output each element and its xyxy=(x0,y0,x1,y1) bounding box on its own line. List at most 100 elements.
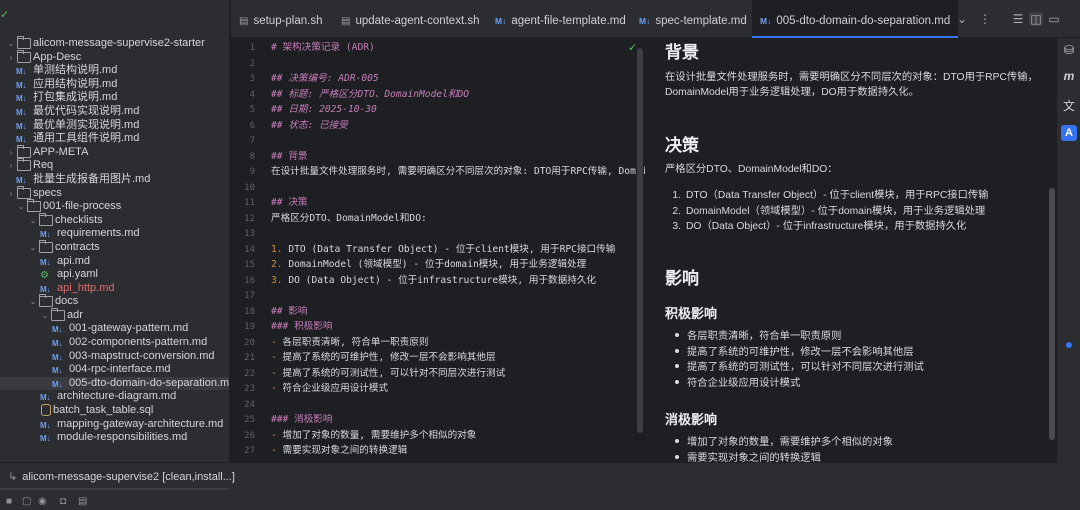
code-line[interactable]: 14 1. DTO (Data Transfer Object) - 位于clie… xyxy=(231,242,645,258)
tree-folder[interactable]: ⌄ 001-file-process xyxy=(0,199,229,214)
tree-file[interactable]: M↓ 004-rpc-interface.md xyxy=(0,363,229,377)
tree-file[interactable]: M↓ 批量生成报备用图片.md xyxy=(0,173,229,187)
tree-folder[interactable]: › Req xyxy=(0,158,229,173)
tree-file[interactable]: M↓ 通用工具组件说明.md xyxy=(0,132,229,146)
ai-assistant-icon[interactable]: A xyxy=(1061,125,1077,141)
tree-file[interactable]: batch_task_table.sql xyxy=(0,404,229,418)
tree-folder[interactable]: ⌄ contracts xyxy=(0,239,229,255)
tree-folder[interactable]: ⌄ checklists xyxy=(0,212,229,228)
split-view-icon[interactable]: ◫ xyxy=(1029,12,1043,26)
tree-file[interactable]: ⚙ api.yaml xyxy=(0,268,229,282)
layout-icon[interactable]: ▢ xyxy=(22,496,31,507)
tree-file[interactable]: M↓ requirements.md xyxy=(0,227,229,241)
camera-icon[interactable]: ◘ xyxy=(60,496,66,507)
editor-scrollbar[interactable] xyxy=(636,38,644,462)
chevron-icon[interactable]: › xyxy=(6,51,16,65)
tree-file[interactable]: M↓ 最优单测实现说明.md xyxy=(0,119,229,133)
line-number: 11 xyxy=(244,198,255,208)
maven-icon[interactable]: m xyxy=(1061,69,1077,83)
tree-file[interactable]: M↓ api_http.md xyxy=(0,282,229,296)
chevron-icon[interactable]: ⌄ xyxy=(28,241,38,255)
tree-folder[interactable]: ⌄ docs xyxy=(0,294,229,309)
chevron-icon[interactable]: › xyxy=(6,146,16,160)
shell-file-icon: ▤ xyxy=(239,16,249,27)
code-line[interactable]: 15 2. DomainModel (领域模型) - 位于domain模块, 用于… xyxy=(231,257,645,273)
chevron-icon[interactable]: › xyxy=(6,159,16,173)
code-line[interactable]: 26- 增加了对象的数量, 需要维护多个相似的对象 xyxy=(231,428,645,444)
editor-only-view-icon[interactable]: ☰ xyxy=(1011,12,1025,26)
tree-file[interactable]: M↓ 005-dto-domain-do-separation.md xyxy=(0,376,229,391)
tree-file[interactable]: M↓ architecture-diagram.md xyxy=(0,390,229,404)
code-text: 提高了系统的可测试性, 可以针对不同层次进行测试 xyxy=(276,367,506,379)
chevron-icon[interactable]: › xyxy=(6,187,16,201)
tree-file[interactable]: M↓ 003-mapstruct-conversion.md xyxy=(0,350,229,364)
tree-folder[interactable]: › App-Desc xyxy=(0,49,229,65)
markdown-source-editor[interactable]: 1 # 架构决策记录 (ADR) 2 3 ## 决策编号: ADR-005 4 ## 标题:… xyxy=(231,38,645,462)
preview-scrollbar-thumb[interactable] xyxy=(1049,188,1055,440)
translate-icon[interactable]: 文 xyxy=(1061,97,1077,114)
code-line[interactable]: 9 在设计批量文件处理服务时, 需要明确区分不同层次的对象: DTO用于RPC传输… xyxy=(231,164,645,180)
line-number: 5 xyxy=(249,105,255,115)
assistant-chat-icon[interactable]: ● xyxy=(1061,336,1077,352)
tab-list-chevron-down-icon[interactable]: ⌄ xyxy=(955,12,969,26)
tree-folder[interactable]: › APP-META xyxy=(0,144,229,160)
code-line[interactable]: 3 ## 决策编号: ADR-005 xyxy=(231,71,645,87)
code-line[interactable]: 2 xyxy=(231,56,645,72)
code-line[interactable]: 7 xyxy=(231,133,645,149)
code-line[interactable]: 18 ## 影响 xyxy=(231,304,645,320)
code-line[interactable]: 20- 各层职责清晰, 符合单一职责原则 xyxy=(231,335,645,351)
code-line[interactable]: 21- 提高了系统的可维护性, 修改一层不会影响其他层 xyxy=(231,350,645,366)
run-configuration-tab[interactable]: ↳ alicom-message-supervise2 [clean,instal… xyxy=(8,470,235,483)
tree-file[interactable]: M↓ 002-components-pattern.md xyxy=(0,336,229,350)
chevron-icon[interactable]: ⌄ xyxy=(6,37,16,51)
editor-tab[interactable]: ▤ update-agent-context.sh xyxy=(341,0,479,38)
tree-file[interactable]: M↓ 最优代码实现说明.md xyxy=(0,105,229,119)
code-line[interactable]: 13 xyxy=(231,226,645,242)
code-line[interactable]: 22- 提高了系统的可测试性, 可以针对不同层次进行测试 xyxy=(231,366,645,382)
editor-scrollbar-thumb[interactable] xyxy=(637,48,643,433)
bullet-icon xyxy=(675,333,679,337)
database-icon[interactable]: ⛁ xyxy=(1061,43,1077,57)
tree-folder[interactable]: ⌄ adr xyxy=(0,307,229,323)
tree-folder[interactable]: ⌄ alicom-message-supervise2-starter xyxy=(0,36,229,51)
tree-file[interactable]: M↓ 001-gateway-pattern.md xyxy=(0,322,229,336)
tree-file[interactable]: M↓ module-responsibilities.md xyxy=(0,431,229,445)
code-line[interactable]: 12 严格区分DTO、DomainModel和DO: xyxy=(231,211,645,227)
tree-folder[interactable]: › specs xyxy=(0,185,229,201)
code-line[interactable]: 1 # 架构决策记录 (ADR) xyxy=(231,40,645,56)
editor-tab[interactable]: M↓ spec-template.md xyxy=(639,0,747,38)
code-line[interactable]: 24 xyxy=(231,397,645,413)
preview-list-text: DTO（Data Transfer Object）- 位于client模块，用于… xyxy=(686,190,989,201)
code-line[interactable]: 25 ### 消极影响 xyxy=(231,412,645,428)
code-line[interactable]: 5 ## 日期: 2025-10-30 xyxy=(231,102,645,118)
chevron-icon[interactable]: ⌄ xyxy=(28,295,38,309)
tree-file[interactable]: M↓ 单测结构说明.md xyxy=(0,64,229,78)
more-icon[interactable]: ⋮ xyxy=(978,12,992,26)
code-line[interactable]: 4 ## 标题: 严格区分DTO、DomainModel和DO xyxy=(231,87,645,103)
editor-tab[interactable]: M↓ 005-dto-domain-do-separation.md xyxy=(752,0,959,38)
chevron-icon[interactable]: ⌄ xyxy=(40,309,50,323)
code-line[interactable]: 19 ### 积极影响 xyxy=(231,319,645,335)
editor-tab[interactable]: M↓ agent-file-template.md xyxy=(495,0,626,38)
eye-icon[interactable]: ◉ xyxy=(38,496,47,507)
editor-tab[interactable]: ▤ setup-plan.sh xyxy=(239,0,323,38)
chevron-icon[interactable]: ⌄ xyxy=(16,200,26,214)
tree-file[interactable]: M↓ 应用结构说明.md xyxy=(0,78,229,92)
code-line[interactable]: 11 ## 决策 xyxy=(231,195,645,211)
code-line[interactable]: 23- 符合企业级应用设计模式 xyxy=(231,381,645,397)
code-line[interactable]: 27- 需要实现对象之间的转换逻辑 xyxy=(231,443,645,459)
copy-icon[interactable]: ▤ xyxy=(78,496,87,507)
tree-file[interactable]: M↓ 打包集成说明.md xyxy=(0,91,229,105)
code-line[interactable]: 16 3. DO (Data Object) - 位于infrastructure… xyxy=(231,273,645,289)
code-line[interactable]: 17 xyxy=(231,288,645,304)
preview-scrollbar[interactable] xyxy=(1047,38,1057,462)
tree-file[interactable]: M↓ api.md xyxy=(0,255,229,269)
stop-icon[interactable]: ■ xyxy=(6,496,12,507)
code-line[interactable]: 6 ## 状态: 已接受 xyxy=(231,118,645,134)
code-line[interactable]: 8 ## 背景 xyxy=(231,149,645,165)
code-text: DO (Data Object) - 位于infrastructure模块, 用… xyxy=(282,274,597,286)
preview-only-view-icon[interactable]: ▭ xyxy=(1047,12,1061,26)
code-line[interactable]: 10 xyxy=(231,180,645,196)
tree-file[interactable]: M↓ mapping-gateway-architecture.md xyxy=(0,418,229,432)
chevron-icon[interactable]: ⌄ xyxy=(28,214,38,228)
